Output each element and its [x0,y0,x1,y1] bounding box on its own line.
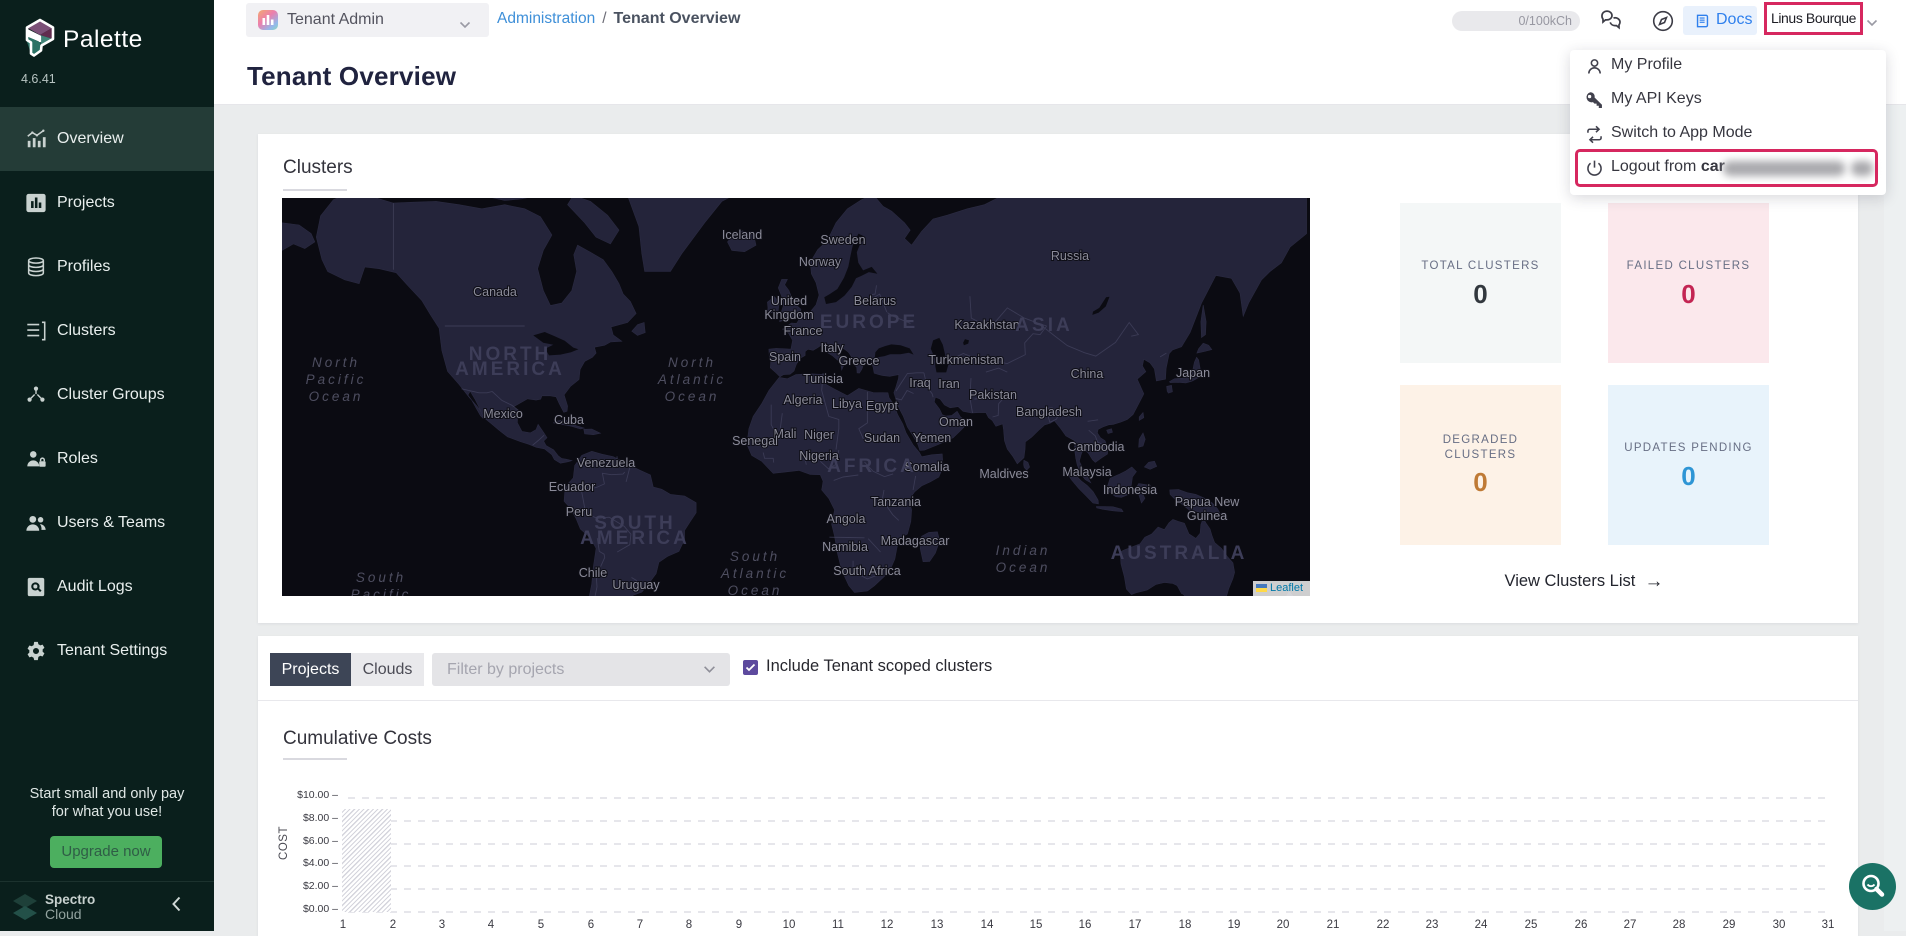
svg-text:Ecuador: Ecuador [549,480,596,494]
svg-text:Madagascar: Madagascar [881,534,950,548]
svg-text:Algeria: Algeria [784,393,823,407]
svg-text:Spain: Spain [769,350,801,364]
svg-text:SouthPacific: SouthPacific [351,570,412,596]
svg-text:Angola: Angola [827,512,866,526]
svg-text:Sweden: Sweden [820,233,865,247]
svg-text:Cuba: Cuba [554,413,584,427]
svg-text:Kazakhstan: Kazakhstan [954,318,1019,332]
svg-text:AUSTRALIA: AUSTRALIA [1111,543,1248,564]
svg-text:Turkmenistan: Turkmenistan [928,353,1003,367]
svg-text:Uruguay: Uruguay [612,578,660,592]
svg-text:Italy: Italy [821,341,845,355]
svg-text:SOUTHAMERICA: SOUTHAMERICA [580,513,690,549]
svg-text:ASIA: ASIA [1015,315,1072,336]
svg-text:UnitedKingdom: UnitedKingdom [764,294,813,322]
svg-text:NorthAtlanticOcean: NorthAtlanticOcean [657,355,726,404]
svg-text:AFRICA: AFRICA [827,456,917,477]
svg-text:Maldives: Maldives [979,467,1028,481]
svg-text:Namibia: Namibia [822,540,868,554]
svg-text:Sudan: Sudan [864,431,900,445]
svg-text:Russia: Russia [1051,249,1089,263]
svg-text:Venezuela: Venezuela [577,456,635,470]
svg-text:Norway: Norway [799,255,842,269]
svg-text:Oman: Oman [939,415,973,429]
svg-text:Yemen: Yemen [913,431,952,445]
svg-text:Chile: Chile [579,566,608,580]
svg-text:Senegal: Senegal [732,434,778,448]
svg-text:Malaysia: Malaysia [1062,465,1111,479]
svg-text:South Africa: South Africa [833,564,900,578]
svg-text:Iceland: Iceland [722,228,762,242]
svg-text:Tunisia: Tunisia [803,372,843,386]
svg-text:Bangladesh: Bangladesh [1016,405,1082,419]
svg-text:Indonesia: Indonesia [1103,483,1157,497]
svg-text:Canada: Canada [473,285,517,299]
svg-text:EUROPE: EUROPE [820,312,918,333]
svg-text:Cambodia: Cambodia [1068,440,1125,454]
svg-text:SouthAtlanticOcean: SouthAtlanticOcean [720,549,789,596]
svg-text:NorthPacificOcean: NorthPacificOcean [306,355,367,404]
svg-text:Iran: Iran [938,377,960,391]
svg-text:Peru: Peru [566,505,592,519]
svg-text:NORTHAMERICA: NORTHAMERICA [455,344,565,380]
svg-text:Tanzania: Tanzania [871,495,921,509]
svg-text:Niger: Niger [804,428,834,442]
svg-text:Mexico: Mexico [483,407,523,421]
svg-text:Belarus: Belarus [854,294,896,308]
svg-text:Pakistan: Pakistan [969,388,1017,402]
svg-text:Libya: Libya [832,397,862,411]
svg-text:France: France [784,324,823,338]
svg-text:Greece: Greece [839,354,880,368]
svg-text:Japan: Japan [1176,366,1210,380]
svg-text:Egypt: Egypt [866,399,898,413]
svg-text:Iraq: Iraq [909,376,931,390]
svg-text:China: China [1071,367,1104,381]
